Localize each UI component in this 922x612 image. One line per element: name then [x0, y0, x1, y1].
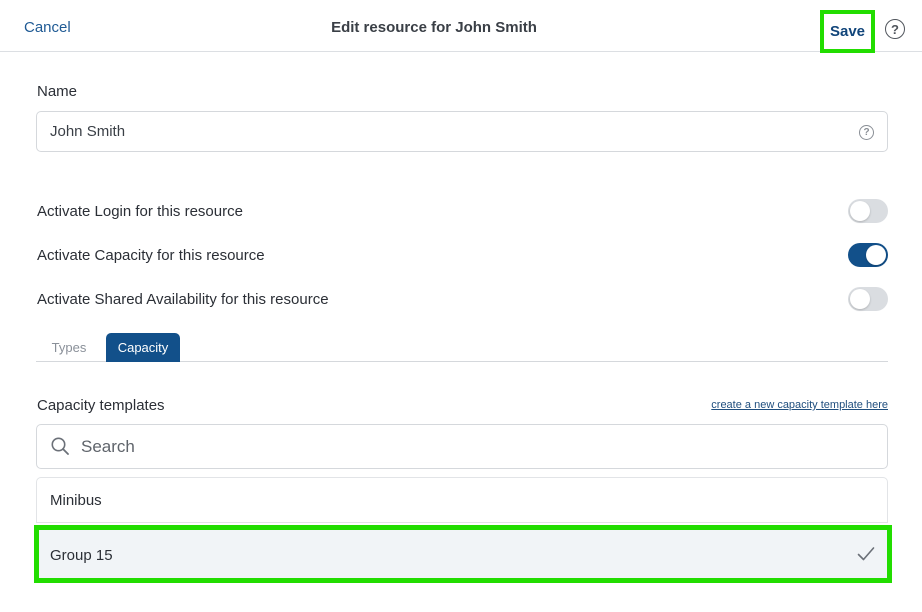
- header-bar: Cancel Edit resource for John Smith Save…: [0, 0, 922, 53]
- save-highlight: Save: [820, 10, 875, 53]
- tab-bar: Types Capacity: [36, 333, 888, 362]
- search-icon: [51, 437, 69, 455]
- help-icon[interactable]: ?: [885, 19, 905, 39]
- name-input[interactable]: John Smith ?: [36, 111, 888, 152]
- list-item-label: Group 15: [50, 547, 113, 564]
- capacity-templates-label: Capacity templates: [37, 397, 165, 414]
- save-button[interactable]: Save: [824, 14, 871, 49]
- search-input[interactable]: [81, 434, 861, 460]
- create-capacity-template-link[interactable]: create a new capacity template here: [711, 399, 888, 411]
- toggle-capacity-switch[interactable]: [848, 243, 888, 267]
- toggle-login-switch[interactable]: [848, 199, 888, 223]
- toggle-knob: [850, 201, 870, 221]
- selection-highlight: Group 15: [34, 525, 892, 583]
- toggle-knob: [850, 289, 870, 309]
- tab-capacity[interactable]: Capacity: [106, 333, 180, 362]
- search-box[interactable]: [36, 424, 888, 469]
- toggle-login-label: Activate Login for this resource: [37, 203, 243, 220]
- check-icon: [857, 547, 875, 561]
- tab-types[interactable]: Types: [36, 333, 102, 362]
- name-help-icon[interactable]: ?: [859, 125, 874, 140]
- toggle-knob: [866, 245, 886, 265]
- list-item-group-15[interactable]: Group 15: [39, 530, 887, 578]
- toggle-shared-availability-label: Activate Shared Availability for this re…: [37, 291, 329, 308]
- toggle-shared-availability-switch[interactable]: [848, 287, 888, 311]
- list-item-label: Minibus: [50, 492, 102, 509]
- list-item-minibus[interactable]: Minibus: [36, 477, 888, 523]
- name-label: Name: [37, 83, 78, 100]
- page-title: Edit resource for John Smith: [331, 19, 537, 36]
- name-input-value[interactable]: John Smith: [50, 123, 125, 140]
- toggle-capacity-label: Activate Capacity for this resource: [37, 247, 265, 264]
